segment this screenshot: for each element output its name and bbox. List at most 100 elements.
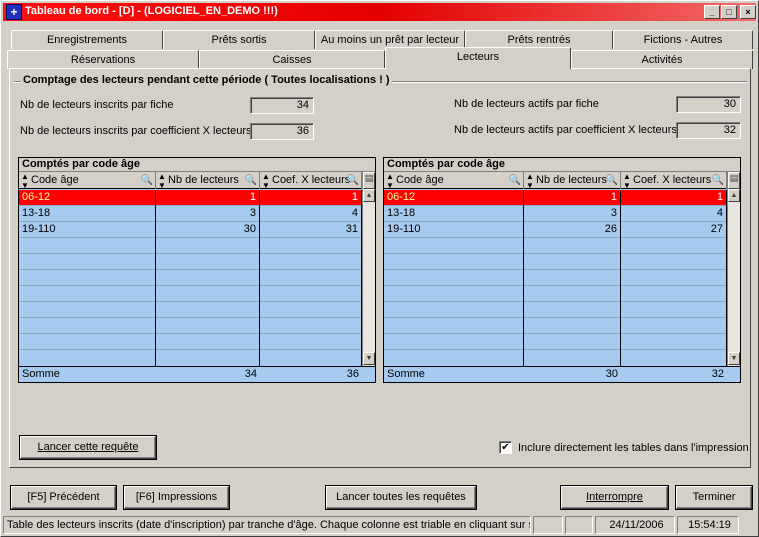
cell-nb-lecteurs: 1 [524,190,621,206]
cell-code-age: 19-110 [384,222,524,238]
empty-row [384,238,727,254]
empty-row [19,350,362,366]
actifs-fiche-value: 30 [676,96,741,113]
close-button[interactable]: × [740,5,756,19]
cell-nb-lecteurs: 1 [156,190,260,206]
app-icon: + [6,4,22,20]
include-tables-checkbox[interactable]: ✔ [499,441,512,454]
empty-row [384,318,727,334]
cell-code-age: 19-110 [19,222,156,238]
sort-icon: ▲ ▼ [623,172,631,190]
left-age-table: Comptés par code âge ▲ ▼ Code âge 🔍 ▲ ▼ Nb… [18,157,376,383]
launch-all-button[interactable]: Lancer toutes les requêtes [326,486,476,509]
table-row[interactable]: 19-110 26 27 [384,222,727,238]
inscrits-coef-label: Nb de lecteurs inscrits par coefficient … [20,125,252,137]
table-row[interactable]: 13-18 3 4 [384,206,727,222]
tab-activites[interactable]: Activités [571,50,753,69]
actifs-fiche-label: Nb de lecteurs actifs par fiche [454,98,599,110]
col-label: Code âge [31,174,79,186]
table-row[interactable]: 06-12 1 1 [19,190,362,206]
status-date: 24/11/2006 [595,516,675,534]
right-table-scrollbar[interactable]: ▤ ▲ ▼ [727,172,740,366]
search-icon[interactable]: 🔍 [509,173,521,189]
right-age-table: Comptés par code âge ▲ ▼ Code âge 🔍 ▲ ▼ Nb… [383,157,741,383]
tab-enregistrements[interactable]: Enregistrements [11,30,163,49]
cell-coef: 1 [621,190,727,206]
table-row[interactable]: 06-12 1 1 [384,190,727,206]
tab-lecteurs[interactable]: Lecteurs [385,47,571,69]
column-chooser-icon[interactable]: ▤ [728,172,740,189]
right-col-coef[interactable]: ▲ ▼ Coef. X lecteurs 🔍 [621,172,727,190]
actifs-coef-label: Nb de lecteurs actifs par coefficient X … [454,124,677,136]
left-table-sum-row: Somme 34 36 [19,366,375,381]
status-empty-1 [533,516,563,534]
column-chooser-icon[interactable]: ▤ [363,172,375,189]
search-icon[interactable]: 🔍 [347,173,359,189]
empty-row [384,270,727,286]
resize-grip-icon[interactable] [741,516,756,534]
right-col-nb-lecteurs[interactable]: ▲ ▼ Nb de lecteurs 🔍 [524,172,621,190]
tab-fictions-autres[interactable]: Fictions - Autres [613,30,753,49]
cell-nb-lecteurs: 30 [156,222,260,238]
table-row[interactable]: 13-18 3 4 [19,206,362,222]
launch-query-label: Lancer cette requête [37,441,139,453]
empty-row [19,238,362,254]
cell-coef: 1 [260,190,362,206]
cell-coef: 31 [260,222,362,238]
main-window: + Tableau de bord - [D] - (LOGICIEL_EN_D… [0,0,759,537]
window-title: Tableau de bord - [D] - (LOGICIEL_EN_DEM… [25,5,278,17]
maximize-button[interactable]: □ [721,5,737,19]
minimize-button[interactable]: _ [704,5,720,19]
cell-code-age: 06-12 [384,190,524,206]
sort-icon: ▲ ▼ [262,172,270,190]
cell-coef: 4 [260,206,362,222]
finish-button[interactable]: Terminer [676,486,752,509]
left-col-nb-lecteurs[interactable]: ▲ ▼ Nb de lecteurs 🔍 [156,172,260,190]
launch-query-button[interactable]: Lancer cette requête [20,436,156,459]
empty-row [384,350,727,366]
inscrits-fiche-label: Nb de lecteurs inscrits par fiche [20,99,174,111]
tab-caisses[interactable]: Caisses [199,50,385,69]
right-table-caption: Comptés par code âge [384,158,740,172]
search-icon[interactable]: 🔍 [606,173,618,189]
cell-nb-lecteurs: 3 [524,206,621,222]
sum-nb-lecteurs: 30 [605,368,618,380]
status-empty-2 [565,516,593,534]
interrupt-button[interactable]: Interrompre [561,486,668,509]
col-label: Code âge [396,174,444,186]
search-icon[interactable]: 🔍 [245,173,257,189]
cell-code-age: 13-18 [19,206,156,222]
status-time: 15:54:19 [677,516,739,534]
table-row[interactable]: 19-110 30 31 [19,222,362,238]
status-message: Table des lecteurs inscrits (date d'insc… [3,516,531,534]
tab-prets-sortis[interactable]: Prêts sortis [163,30,315,49]
left-col-code-age[interactable]: ▲ ▼ Code âge 🔍 [19,172,156,190]
cell-coef: 4 [621,206,727,222]
search-icon[interactable]: 🔍 [712,173,724,189]
title-bar[interactable]: + Tableau de bord - [D] - (LOGICIEL_EN_D… [3,3,756,21]
empty-row [19,254,362,270]
include-tables-label[interactable]: Inclure directement les tables dans l'im… [518,442,749,454]
empty-row [19,318,362,334]
empty-row [19,270,362,286]
sort-icon: ▲ ▼ [526,172,534,190]
col-label: Nb de lecteurs [168,174,239,186]
scroll-up-button[interactable]: ▲ [728,189,740,202]
empty-row [384,286,727,302]
left-table-caption: Comptés par code âge [19,158,375,172]
left-col-coef[interactable]: ▲ ▼ Coef. X lecteurs 🔍 [260,172,362,190]
prints-button[interactable]: [F6] Impressions [124,486,229,509]
left-table-scrollbar[interactable]: ▤ ▲ ▼ [362,172,375,366]
scroll-down-button[interactable]: ▼ [728,352,740,365]
scroll-down-button[interactable]: ▼ [363,352,375,365]
cell-coef: 27 [621,222,727,238]
right-col-code-age[interactable]: ▲ ▼ Code âge 🔍 [384,172,524,190]
empty-row [19,302,362,318]
scroll-up-button[interactable]: ▲ [363,189,375,202]
tab-reservations[interactable]: Réservations [7,50,199,69]
empty-row [19,286,362,302]
empty-row [19,334,362,350]
empty-row [384,302,727,318]
previous-button[interactable]: [F5] Précédent [11,486,116,509]
search-icon[interactable]: 🔍 [141,173,153,189]
